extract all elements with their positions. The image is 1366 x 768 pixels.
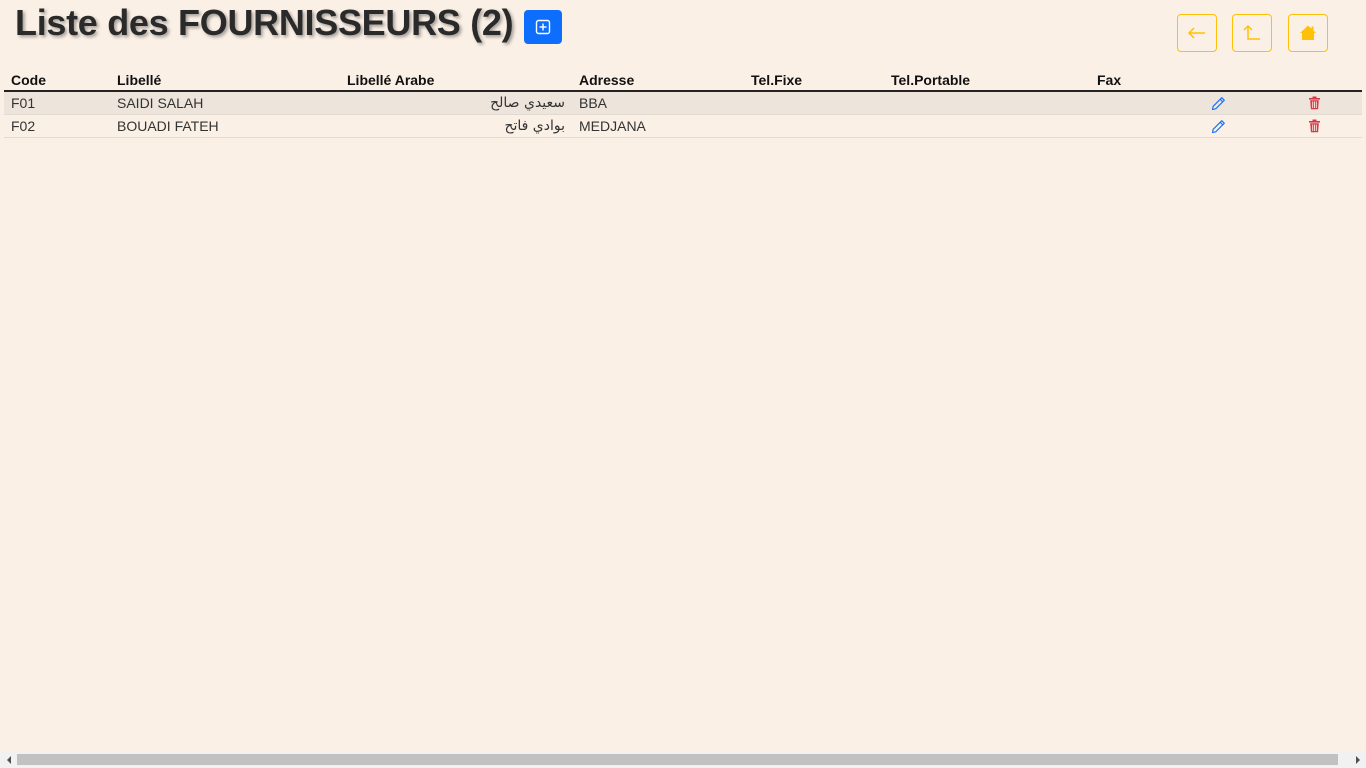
trash-icon [1308, 119, 1320, 133]
home-icon [1300, 25, 1316, 40]
back-button[interactable] [1177, 14, 1217, 52]
add-supplier-button[interactable] [524, 10, 562, 44]
edit-button[interactable] [1209, 94, 1227, 112]
cell-edit [1170, 91, 1266, 115]
cell-delete [1266, 91, 1362, 115]
cell-libelle-arabe: سعيدي صالح [340, 91, 572, 115]
scroll-right-icon[interactable] [1349, 751, 1366, 768]
column-header-fax[interactable]: Fax [1090, 70, 1170, 92]
arrow-left-icon [1187, 27, 1205, 39]
table-row[interactable]: F01 SAIDI SALAH سعيدي صالح BBA [4, 91, 1362, 115]
trash-icon [1308, 96, 1320, 110]
horizontal-scrollbar[interactable] [0, 751, 1366, 768]
column-header-tel-portable[interactable]: Tel.Portable [884, 70, 1090, 92]
pencil-icon [1211, 119, 1225, 133]
scroll-left-icon[interactable] [0, 751, 17, 768]
up-level-button[interactable] [1232, 14, 1272, 52]
page-title: Liste des FOURNISSEURS (2) [15, 2, 514, 43]
column-header-code[interactable]: Code [4, 70, 110, 92]
column-header-tel-fixe[interactable]: Tel.Fixe [744, 70, 884, 92]
suppliers-table: Code Libellé Libellé Arabe Adresse Tel.F… [4, 70, 1362, 138]
cell-fax [1090, 91, 1170, 115]
edit-button[interactable] [1209, 117, 1227, 135]
cell-adresse: BBA [572, 91, 744, 115]
column-header-edit [1170, 70, 1266, 92]
cell-libelle: BOUADI FATEH [110, 114, 340, 138]
cell-tel-fixe [744, 91, 884, 115]
delete-button[interactable] [1305, 94, 1323, 112]
pencil-icon [1211, 96, 1225, 110]
table-header-row: Code Libellé Libellé Arabe Adresse Tel.F… [4, 70, 1362, 92]
cell-libelle: SAIDI SALAH [110, 91, 340, 115]
cell-libelle-arabe: بوادي فاتح [340, 114, 572, 138]
column-header-libelle-arabe[interactable]: Libellé Arabe [340, 70, 572, 92]
home-button[interactable] [1288, 14, 1328, 52]
page: Liste des FOURNISSEURS (2) Code Libellé … [0, 0, 1366, 768]
cell-tel-portable [884, 114, 1090, 138]
arrow-up-icon [1243, 24, 1260, 40]
column-header-delete [1266, 70, 1362, 92]
cell-tel-portable [884, 91, 1090, 115]
column-header-libelle[interactable]: Libellé [110, 70, 340, 92]
cell-delete [1266, 114, 1362, 138]
cell-edit [1170, 114, 1266, 138]
cell-code: F02 [4, 114, 110, 138]
table-row[interactable]: F02 BOUADI FATEH بوادي فاتح MEDJANA [4, 114, 1362, 138]
cell-adresse: MEDJANA [572, 114, 744, 138]
column-header-adresse[interactable]: Adresse [572, 70, 744, 92]
cell-tel-fixe [744, 114, 884, 138]
plus-square-icon [535, 19, 551, 35]
cell-fax [1090, 114, 1170, 138]
scrollbar-thumb[interactable] [17, 754, 1338, 765]
cell-code: F01 [4, 91, 110, 115]
delete-button[interactable] [1305, 117, 1323, 135]
